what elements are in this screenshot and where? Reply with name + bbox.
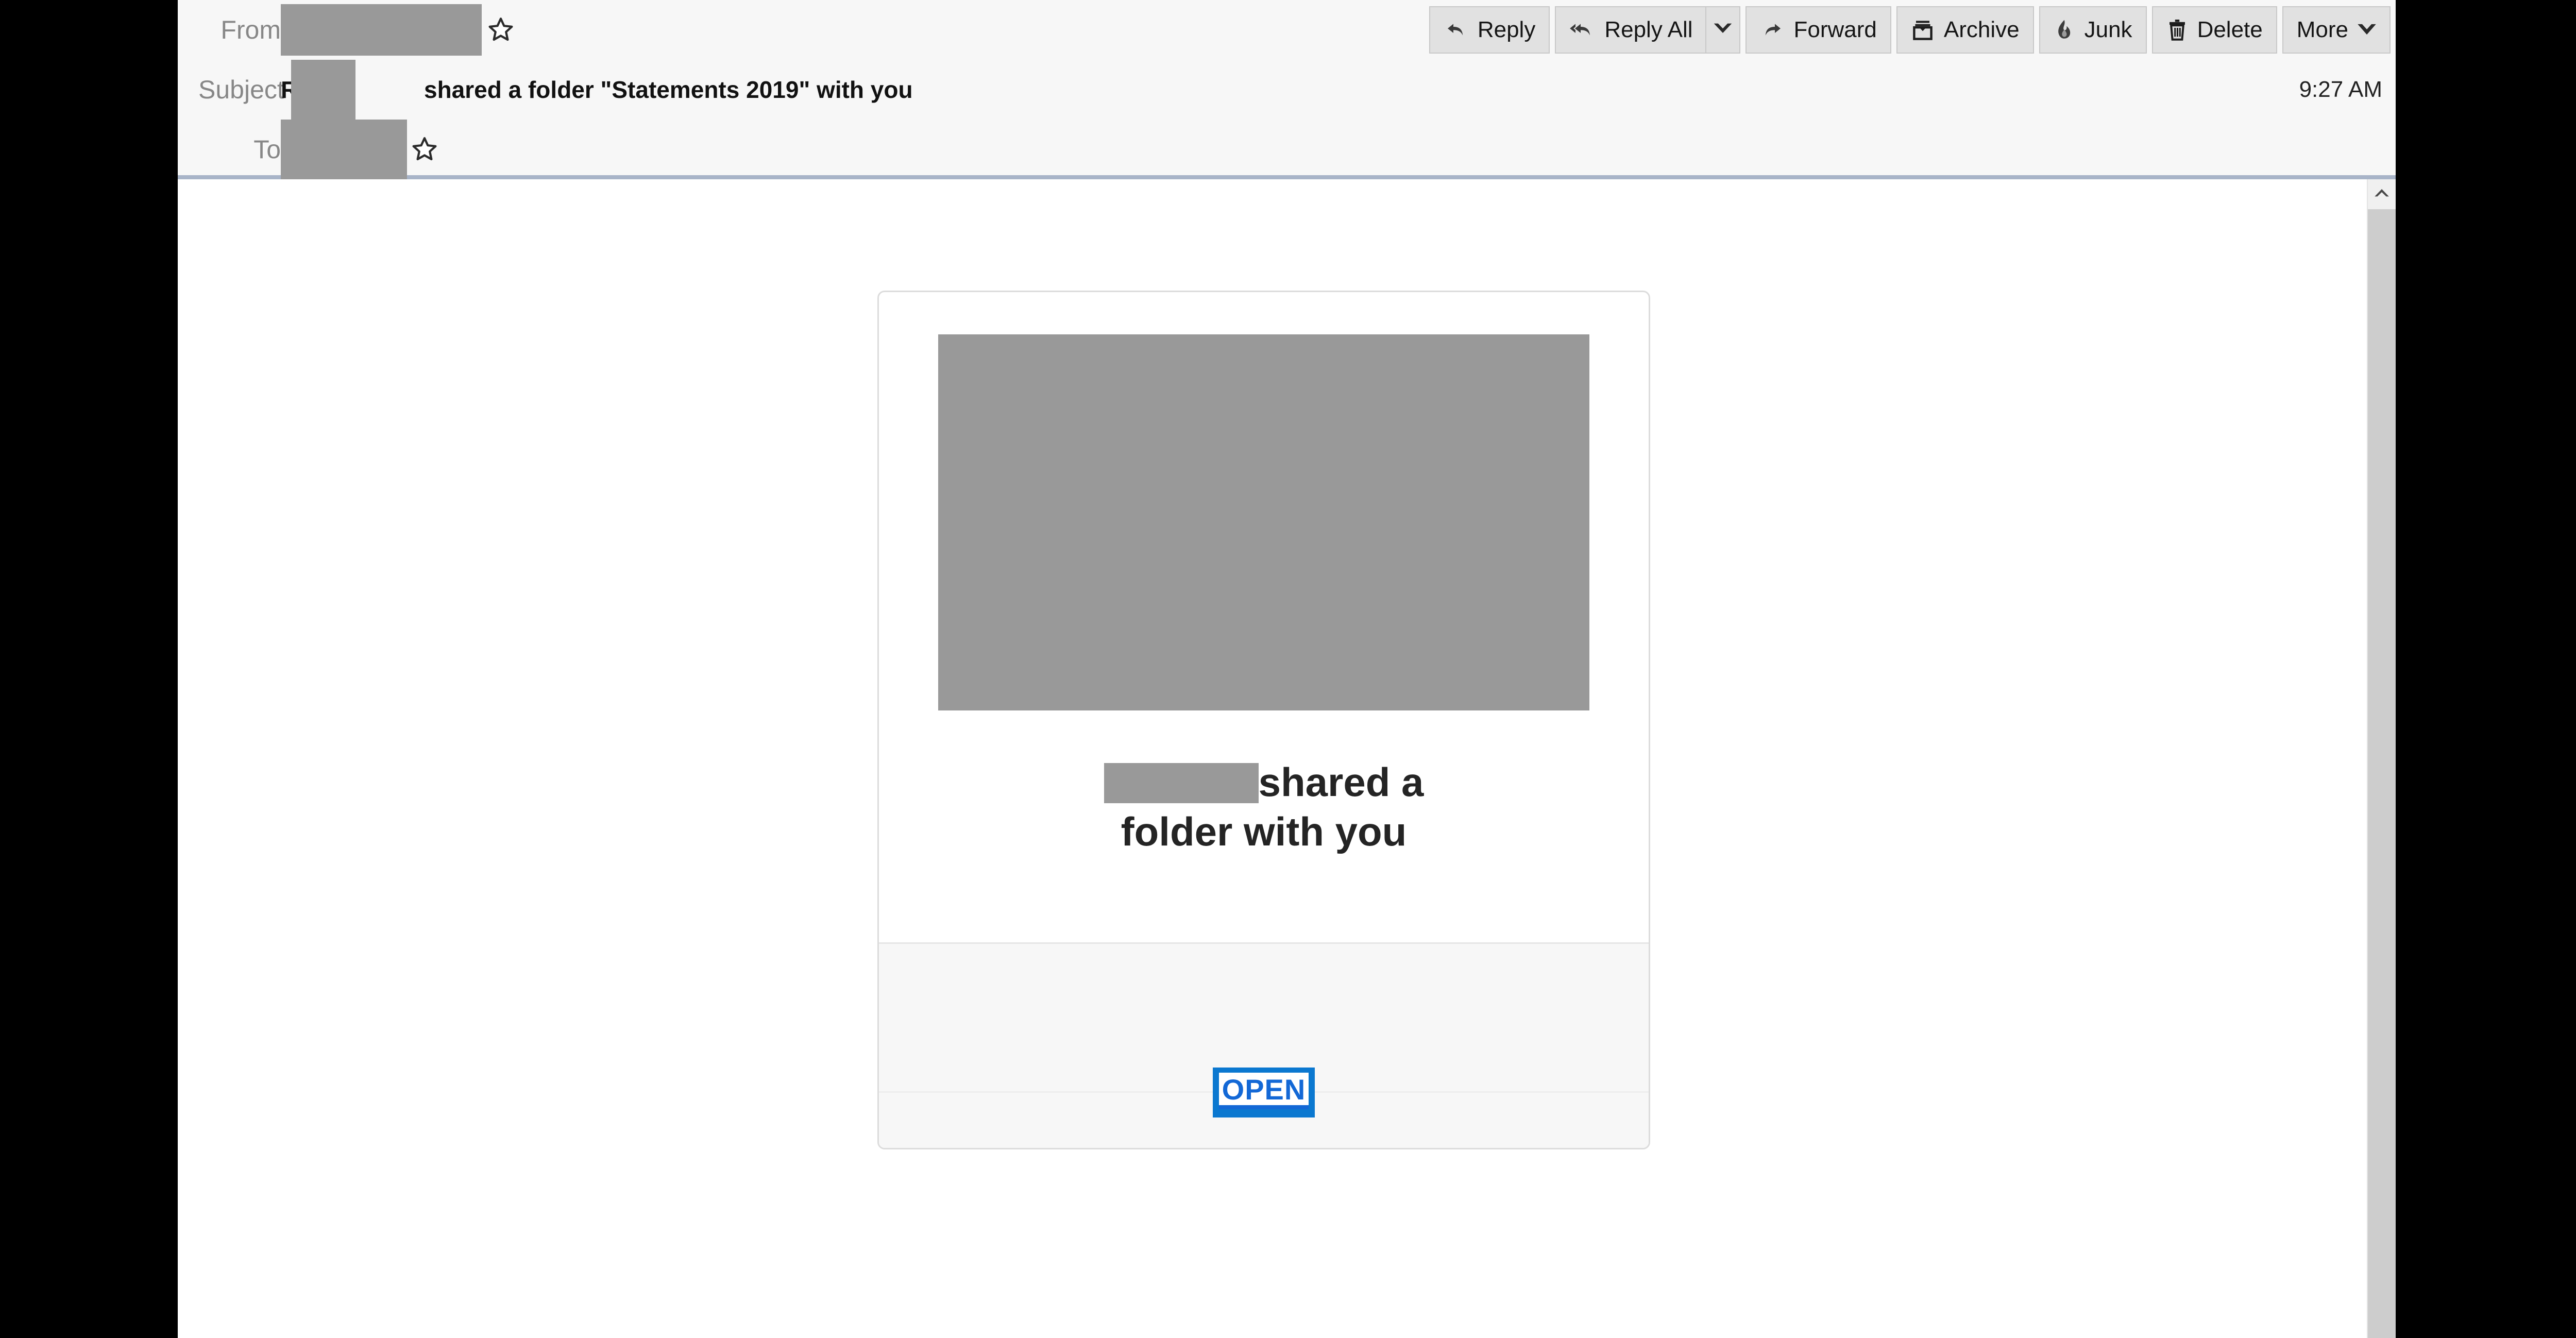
headline-line1-suffix: shared a bbox=[1258, 759, 1424, 805]
message-timestamp: 9:27 AM bbox=[2299, 77, 2382, 102]
screenshot-root: Reply Reply All Forward Archive Junk Del… bbox=[0, 0, 2576, 1338]
header-row-from: From bbox=[178, 0, 2396, 60]
headline-line2: folder with you bbox=[1121, 808, 1407, 854]
scroll-thumb[interactable] bbox=[2368, 209, 2396, 1338]
scroll-up-button[interactable] bbox=[2368, 179, 2396, 208]
to-label: To bbox=[253, 135, 281, 164]
header-row-to: To bbox=[178, 120, 2396, 185]
sender-name-redacted bbox=[1104, 763, 1259, 803]
message-header: Reply Reply All Forward Archive Junk Del… bbox=[178, 0, 2396, 185]
subject-text: shared a folder "Statements 2019" with y… bbox=[424, 76, 913, 103]
from-label: From bbox=[221, 15, 281, 44]
open-folder-link[interactable]: OPEN bbox=[1212, 1067, 1315, 1117]
to-label-wrap: To bbox=[178, 120, 281, 179]
subject-sender-redacted bbox=[291, 60, 355, 120]
subject-label-wrap: Subject bbox=[178, 60, 284, 120]
card-headline: shared a folder with you bbox=[903, 758, 1625, 857]
card-upper-section: shared a folder with you bbox=[879, 334, 1649, 942]
card-lower-section: OPEN bbox=[879, 943, 1649, 1148]
message-body-pane: shared a folder with you OPEN bbox=[178, 179, 2396, 1338]
chevron-up-icon bbox=[2373, 187, 2391, 201]
shared-folder-card: shared a folder with you OPEN bbox=[877, 291, 1650, 1149]
header-row-subject: Subject Re: shared a folder "Statements … bbox=[178, 60, 2396, 120]
subject-label: Subject bbox=[198, 75, 284, 104]
from-label-wrap: From bbox=[178, 0, 281, 60]
open-link-label: OPEN bbox=[1218, 1072, 1309, 1109]
body-scrollbar[interactable] bbox=[2367, 179, 2396, 1338]
hero-banner-image-redacted bbox=[938, 334, 1589, 710]
to-address-redacted[interactable] bbox=[281, 120, 407, 185]
card-spacer bbox=[879, 857, 1649, 934]
from-address-redacted[interactable] bbox=[281, 4, 482, 56]
star-outline-icon[interactable] bbox=[411, 136, 438, 163]
star-outline-icon[interactable] bbox=[487, 16, 515, 44]
cta-wrapper: OPEN bbox=[879, 1067, 1649, 1117]
email-reader-window: Reply Reply All Forward Archive Junk Del… bbox=[178, 0, 2396, 1338]
